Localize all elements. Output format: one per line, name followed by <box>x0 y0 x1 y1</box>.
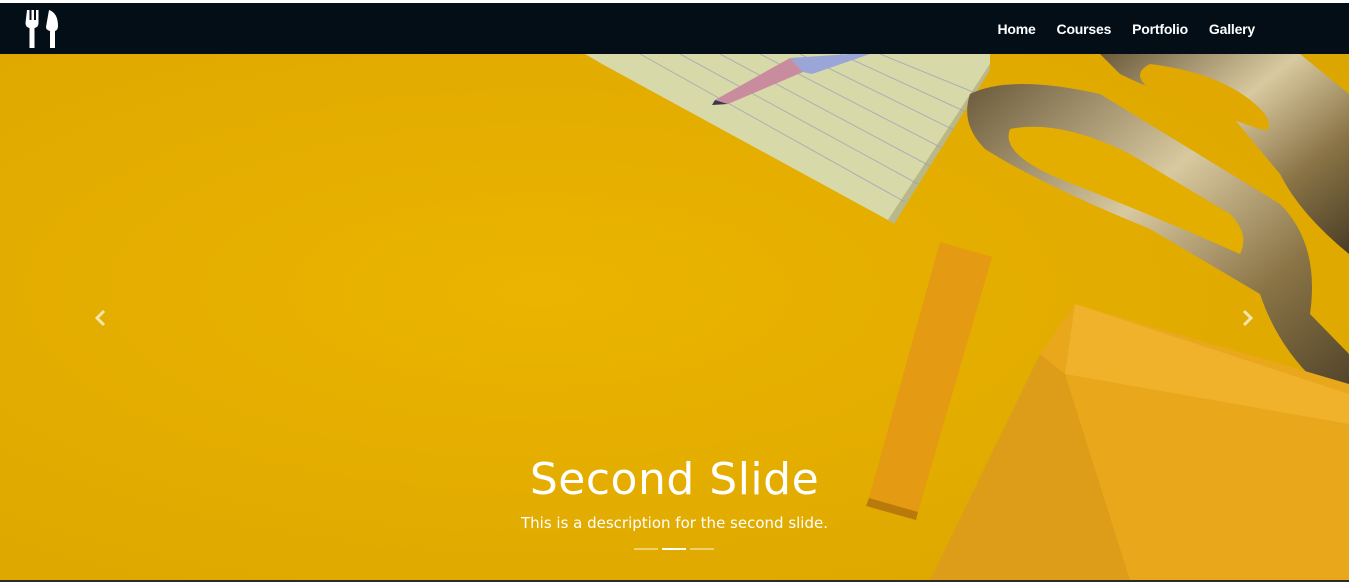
carousel-prev-button[interactable] <box>89 306 113 330</box>
brand-logo[interactable] <box>25 10 59 48</box>
slide-caption-description: This is a description for the second sli… <box>520 514 828 532</box>
chevron-left-icon <box>94 309 106 327</box>
nav-home[interactable]: Home <box>997 21 1035 37</box>
nav-gallery[interactable]: Gallery <box>1209 21 1255 37</box>
carousel-indicator-1[interactable] <box>634 548 658 550</box>
fork-knife-icon <box>25 10 58 48</box>
nav-links: Home Courses Portfolio Gallery <box>976 3 1255 54</box>
carousel-indicator-2[interactable] <box>662 548 686 550</box>
carousel-indicator-3[interactable] <box>690 548 714 550</box>
carousel-next-button[interactable] <box>1235 306 1259 330</box>
nav-courses[interactable]: Courses <box>1057 21 1112 37</box>
carousel-indicators <box>634 548 718 552</box>
top-navbar: Home Courses Portfolio Gallery <box>0 3 1349 54</box>
slide-caption-title: Second Slide <box>529 454 820 505</box>
hero-carousel: Second Slide This is a description for t… <box>0 54 1349 580</box>
chevron-right-icon <box>1242 309 1254 327</box>
nav-portfolio[interactable]: Portfolio <box>1132 21 1188 37</box>
